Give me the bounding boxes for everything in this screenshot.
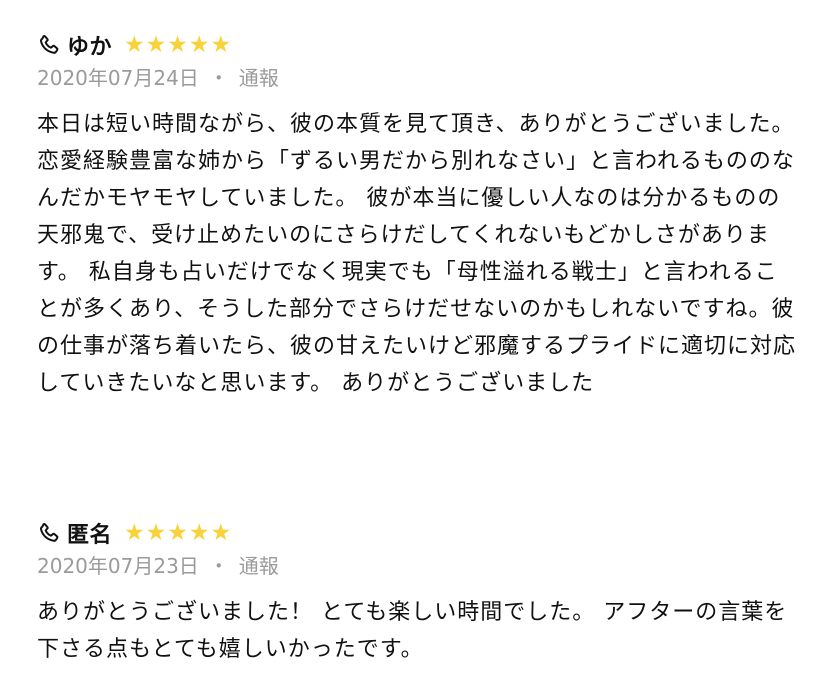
review-text: ありがとうございました！ とても楽しい時間でした。 アフターの言葉を下さる点もと… [37, 600, 788, 662]
star-icon: ★ [188, 31, 210, 58]
star-icon: ★ [188, 519, 210, 546]
review-meta: 2020年07月24日 ・ 通報 [37, 60, 797, 92]
review-meta: 2020年07月23日 ・ 通報 [37, 548, 797, 580]
rating-stars: ★ ★ ★ ★ ★ [124, 519, 232, 546]
phone-icon [37, 521, 61, 545]
review-header: ゆか ★ ★ ★ ★ ★ [37, 28, 797, 62]
review-date: 2020年07月23日 [37, 553, 199, 578]
star-icon: ★ [210, 519, 232, 546]
reviewer-name: 匿名 [67, 523, 113, 548]
star-icon: ★ [145, 31, 167, 58]
meta-separator: ・ [208, 553, 229, 578]
review-date: 2020年07月24日 [37, 65, 199, 90]
star-icon: ★ [210, 31, 232, 58]
reviewer-name: ゆか [67, 35, 113, 60]
review-text: 本日は短い時間ながら、彼の本質を見て頂き、ありがとうございました。 恋愛経験豊富… [37, 112, 797, 396]
star-icon: ★ [145, 519, 167, 546]
rating-stars: ★ ★ ★ ★ ★ [124, 31, 232, 58]
star-icon: ★ [167, 519, 188, 546]
review-header: 匿名 ★ ★ ★ ★ ★ [37, 516, 797, 550]
review-item: ゆか ★ ★ ★ ★ ★ 2020年07月24日 ・ 通報 本日は短い時間ながら… [37, 28, 797, 402]
report-link[interactable]: 通報 [239, 62, 279, 91]
star-icon: ★ [124, 31, 145, 58]
star-icon: ★ [167, 31, 188, 58]
star-icon: ★ [124, 519, 145, 546]
meta-separator: ・ [208, 65, 229, 90]
review-list: ゆか ★ ★ ★ ★ ★ 2020年07月24日 ・ 通報 本日は短い時間ながら… [0, 0, 828, 688]
phone-icon [37, 33, 61, 57]
review-item: 匿名 ★ ★ ★ ★ ★ 2020年07月23日 ・ 通報 ありがとうございまし… [37, 516, 797, 668]
report-link[interactable]: 通報 [239, 550, 279, 579]
